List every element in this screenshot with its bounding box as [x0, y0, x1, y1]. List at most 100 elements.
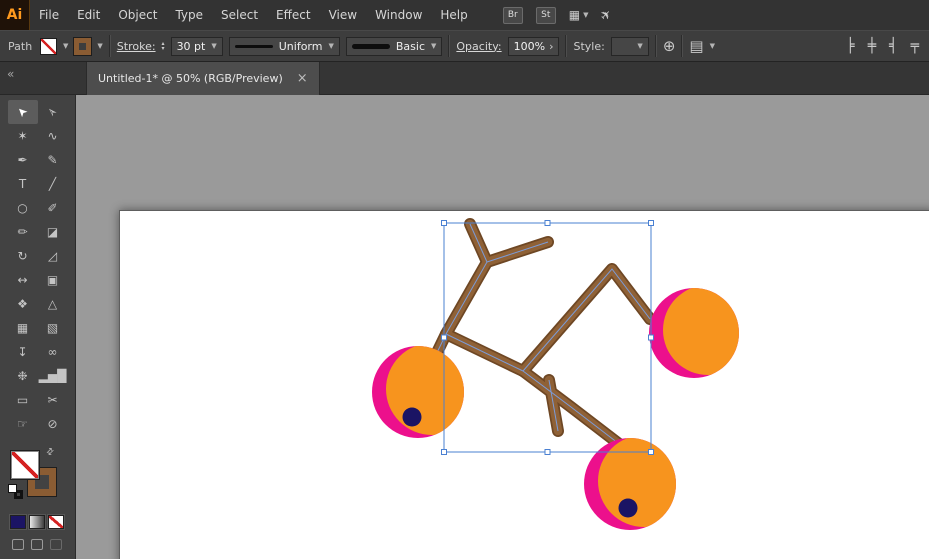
fill-stroke-indicator: ⇄ [8, 446, 61, 501]
align-vertical-top-button[interactable]: ╤ [911, 38, 919, 54]
align-horizontal-right-button[interactable]: ╡ [889, 38, 897, 54]
eraser-tool[interactable]: ◪ [38, 220, 68, 244]
free-transform-tool[interactable]: ▣ [38, 268, 68, 292]
selection-handle[interactable] [441, 220, 447, 226]
eyedropper-tool[interactable]: ↧ [8, 340, 38, 364]
collapse-panels-button[interactable]: « [7, 67, 14, 81]
berry-ball[interactable] [372, 343, 478, 438]
stroke-color-swatch[interactable] [73, 36, 93, 56]
arrange-icon[interactable]: ▤ [689, 38, 703, 54]
draw-normal-mode-button[interactable] [12, 539, 24, 550]
selection-handle[interactable] [648, 334, 654, 341]
artboard-tool[interactable]: ▭ [8, 388, 38, 412]
gpu-performance-icon[interactable]: ✈ [598, 6, 616, 24]
divider [565, 35, 568, 57]
branch-strokes[interactable] [425, 218, 656, 456]
divider [681, 35, 684, 57]
menu-effect[interactable]: Effect [267, 0, 320, 30]
menu-type[interactable]: Type [166, 0, 212, 30]
blend-icon: ∞ [47, 345, 58, 359]
selection-handle[interactable] [544, 220, 551, 226]
gradient-button[interactable] [28, 514, 46, 530]
zoom-icon: ⊘ [47, 417, 58, 431]
menu-help[interactable]: Help [431, 0, 476, 30]
style-dropdown-icon[interactable]: ▼ [637, 42, 642, 50]
blend-tool[interactable]: ∞ [38, 340, 68, 364]
paintbrush-tool[interactable]: ✐ [38, 196, 68, 220]
selection-handle[interactable] [648, 220, 654, 226]
bridge-button[interactable]: Br [502, 6, 523, 24]
stroke-weight-field[interactable]: 30 pt ▼ [170, 36, 223, 56]
stock-button[interactable]: St [535, 6, 556, 24]
menu-object[interactable]: Object [109, 0, 166, 30]
style-combo[interactable]: ▼ [610, 36, 649, 56]
none-button[interactable] [47, 514, 65, 530]
selection-handle[interactable] [544, 449, 551, 455]
stroke-weight-dropdown-icon[interactable]: ▼ [211, 42, 216, 50]
slice-tool[interactable]: ✂ [38, 388, 68, 412]
close-tab-icon[interactable]: × [297, 72, 308, 85]
stroke-weight-stepper[interactable]: ▴ ▾ [162, 41, 165, 52]
brush-dropdown-icon[interactable]: ▼ [431, 42, 436, 50]
scale-tool[interactable]: ◿ [38, 244, 68, 268]
menu-view[interactable]: View [320, 0, 366, 30]
fill-dropdown-icon[interactable]: ▼ [63, 42, 68, 50]
shaper-tool[interactable]: ✏ [8, 220, 38, 244]
stroke-panel-link[interactable]: Stroke: [117, 40, 156, 53]
paintbrush-icon: ✐ [47, 201, 58, 215]
selection-handle[interactable] [441, 334, 447, 341]
berry-ball[interactable] [649, 285, 753, 378]
hand-tool[interactable]: ☞ [8, 412, 38, 436]
menu-window[interactable]: Window [366, 0, 431, 30]
lasso-tool[interactable]: ∿ [38, 124, 68, 148]
stepper-down-icon[interactable]: ▾ [162, 46, 165, 52]
artboard-icon: ▭ [16, 393, 29, 407]
width-profile-dropdown-icon[interactable]: ▼ [328, 42, 333, 50]
shape-builder-tool[interactable]: ❖ [8, 292, 38, 316]
type-tool[interactable]: T [8, 172, 38, 196]
arrange-dropdown-icon[interactable]: ▼ [710, 42, 715, 50]
fill-swatch[interactable] [10, 450, 40, 480]
selection-handle[interactable] [441, 449, 447, 455]
selection-tool[interactable]: ➤ [7, 100, 38, 124]
ellipse-tool[interactable]: ○ [8, 196, 38, 220]
width-profile-combo[interactable]: Uniform ▼ [228, 36, 340, 56]
column-graph-tool[interactable]: ▂▅█ [38, 364, 68, 388]
magic-wand-tool[interactable]: ✶ [8, 124, 38, 148]
symbol-sprayer-tool[interactable]: ❉ [8, 364, 38, 388]
canvas-area[interactable] [76, 95, 929, 559]
selection-handle[interactable] [648, 449, 654, 455]
globe-icon[interactable]: ⊕ [663, 38, 676, 54]
color-button[interactable] [9, 514, 27, 530]
menu-select[interactable]: Select [212, 0, 267, 30]
menu-file[interactable]: File [30, 0, 68, 30]
perspective-grid-tool[interactable]: △ [38, 292, 68, 316]
fill-color-swatch[interactable] [40, 37, 57, 55]
divider [108, 35, 111, 57]
draw-inside-mode-button[interactable] [50, 539, 62, 550]
swap-fill-stroke-icon[interactable]: ⇄ [45, 446, 57, 458]
pen-tool[interactable]: ✒ [8, 148, 38, 172]
draw-behind-mode-button[interactable] [31, 539, 43, 550]
berry-ball[interactable] [584, 435, 690, 530]
brush-definition-combo[interactable]: Basic ▼ [345, 36, 443, 56]
width-tool[interactable]: ↔ [8, 268, 38, 292]
opacity-chevron-icon[interactable]: › [549, 40, 553, 53]
workspace-switcher[interactable]: ▦ ▼ [569, 8, 589, 22]
document-tab[interactable]: Untitled-1* @ 50% (RGB/Preview) × [86, 62, 320, 95]
mesh-tool[interactable]: ▦ [8, 316, 38, 340]
default-fill-stroke-icon[interactable] [8, 484, 24, 500]
zoom-tool[interactable]: ⊘ [38, 412, 68, 436]
rotate-tool[interactable]: ↻ [8, 244, 38, 268]
align-horizontal-center-button[interactable]: ╪ [868, 38, 876, 54]
menu-edit[interactable]: Edit [68, 0, 109, 30]
opacity-field[interactable]: 100% › [507, 36, 560, 56]
opacity-panel-link[interactable]: Opacity: [456, 40, 501, 53]
direct-selection-tool[interactable]: ➢ [38, 100, 68, 124]
curvature-tool[interactable]: ✎ [38, 148, 68, 172]
app-logo[interactable]: Ai [0, 0, 30, 30]
stroke-dropdown-icon[interactable]: ▼ [97, 42, 102, 50]
gradient-tool[interactable]: ▧ [38, 316, 68, 340]
align-horizontal-left-button[interactable]: ╞ [846, 38, 854, 54]
line-segment-tool[interactable]: ╱ [38, 172, 68, 196]
